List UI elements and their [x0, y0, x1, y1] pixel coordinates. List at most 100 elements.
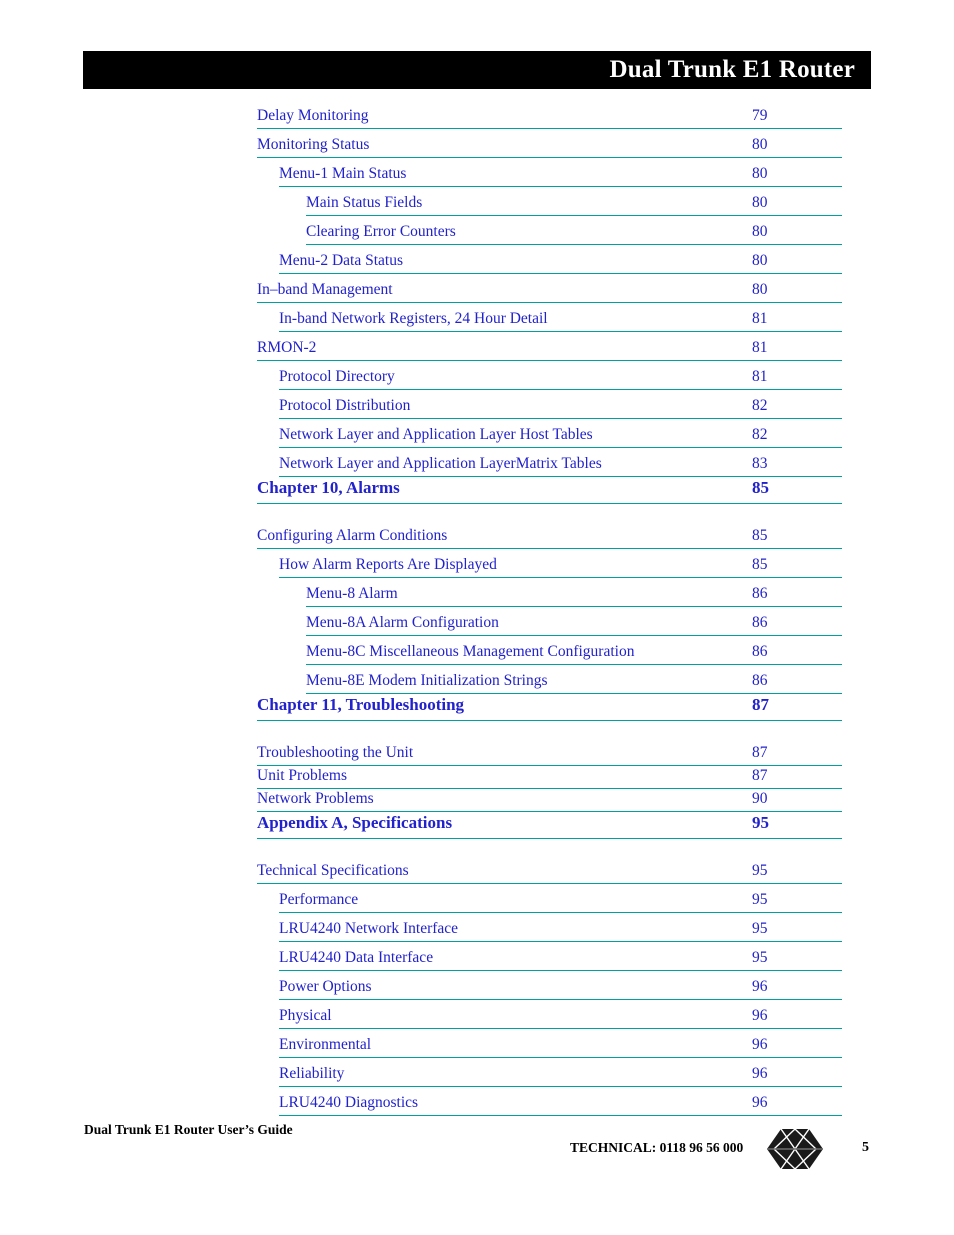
- toc-entry[interactable]: Delay Monitoring 79: [257, 106, 842, 129]
- toc-entry-page-number: 79: [752, 107, 768, 124]
- toc-entry-label[interactable]: Menu-8 Alarm: [306, 584, 398, 603]
- toc-chapter-entry[interactable]: Chapter 10, Alarms 85: [257, 477, 842, 504]
- toc-entry-rule: [257, 360, 842, 361]
- toc-entry[interactable]: LRU4240 Diagnostics 96: [279, 1093, 842, 1116]
- toc-entry[interactable]: Reliability 96: [279, 1064, 842, 1087]
- toc-entry-page-number: 85: [752, 478, 769, 497]
- toc-entry[interactable]: Clearing Error Counters 80: [306, 222, 842, 245]
- toc-entry[interactable]: How Alarm Reports Are Displayed 85: [279, 555, 842, 578]
- toc-entry[interactable]: Environmental 96: [279, 1035, 842, 1058]
- toc-entry-label[interactable]: In–band Management: [257, 280, 393, 299]
- toc-entry[interactable]: RMON-2 81: [257, 338, 842, 361]
- toc-entry-label[interactable]: Reliability: [279, 1064, 344, 1083]
- toc-entry-label[interactable]: Delay Monitoring: [257, 106, 369, 125]
- toc-chapter-entry[interactable]: Chapter 11, Troubleshooting 87: [257, 694, 842, 721]
- toc-entry-label[interactable]: Clearing Error Counters: [306, 222, 456, 241]
- toc-entry-label[interactable]: Network Layer and Application LayerMatri…: [279, 454, 602, 473]
- toc-row: RMON-2 81: [257, 338, 842, 357]
- toc-entry-label[interactable]: Technical Specifications: [257, 861, 409, 880]
- toc-entry-label[interactable]: Menu-1 Main Status: [279, 164, 406, 183]
- toc-entry-label[interactable]: Menu-8C Miscellaneous Management Configu…: [306, 642, 634, 661]
- toc-entry-page-number: 81: [752, 339, 768, 356]
- toc-entry-page-number: 83: [752, 455, 768, 472]
- toc-entry-label[interactable]: Power Options: [279, 977, 372, 996]
- toc-entry[interactable]: Network Layer and Application Layer Host…: [279, 425, 842, 448]
- toc-row: Menu-8E Modem Initialization Strings 86: [306, 671, 842, 690]
- toc-entry-rule: [306, 244, 842, 245]
- toc-entry-label[interactable]: Menu-8A Alarm Configuration: [306, 613, 499, 632]
- toc-entry[interactable]: Protocol Directory 81: [279, 367, 842, 390]
- toc-entry-label[interactable]: How Alarm Reports Are Displayed: [279, 555, 497, 574]
- toc-row: Physical 96: [279, 1006, 842, 1025]
- toc-entry-label[interactable]: LRU4240 Network Interface: [279, 919, 458, 938]
- toc-entry-label[interactable]: Configuring Alarm Conditions: [257, 526, 447, 545]
- toc-entry-rule: [279, 999, 842, 1000]
- toc-entry-label[interactable]: RMON-2: [257, 338, 316, 357]
- toc-entry-label[interactable]: LRU4240 Diagnostics: [279, 1093, 418, 1112]
- toc-row: Monitoring Status 80: [257, 135, 842, 154]
- toc-entry[interactable]: LRU4240 Data Interface 95: [279, 948, 842, 971]
- toc-row: Troubleshooting the Unit 87: [257, 743, 842, 762]
- toc-row: Network Layer and Application LayerMatri…: [279, 454, 842, 473]
- toc-entry[interactable]: In–band Management 80: [257, 280, 842, 303]
- toc-row: Delay Monitoring 79: [257, 106, 842, 125]
- toc-entry-label[interactable]: Chapter 11, Troubleshooting: [257, 694, 464, 715]
- toc-row: Unit Problems 87: [257, 766, 842, 785]
- toc-entry-rule: [279, 331, 842, 332]
- toc-entry-label[interactable]: Monitoring Status: [257, 135, 369, 154]
- toc-entry-page-number: 80: [752, 194, 768, 211]
- toc-entry-rule: [257, 720, 842, 721]
- toc-entry-label[interactable]: Unit Problems: [257, 766, 347, 785]
- toc-entry-rule: [257, 128, 842, 129]
- toc-entry-page-number: 80: [752, 252, 768, 269]
- toc-entry-page-number: 85: [752, 556, 768, 573]
- toc-entry[interactable]: In-band Network Registers, 24 Hour Detai…: [279, 309, 842, 332]
- toc-entry[interactable]: Network Problems 90: [257, 789, 842, 812]
- toc-entry[interactable]: Menu-8E Modem Initialization Strings 86: [306, 671, 842, 694]
- toc-entry-label[interactable]: Environmental: [279, 1035, 371, 1054]
- toc-entry-label[interactable]: Physical: [279, 1006, 332, 1025]
- toc-entry-rule: [279, 273, 842, 274]
- toc-entry[interactable]: Menu-1 Main Status 80: [279, 164, 842, 187]
- toc-entry[interactable]: Menu-8C Miscellaneous Management Configu…: [306, 642, 842, 665]
- toc-entry[interactable]: Protocol Distribution 82: [279, 396, 842, 419]
- toc-entry[interactable]: Power Options 96: [279, 977, 842, 1000]
- toc-entry-rule: [279, 941, 842, 942]
- toc-entry[interactable]: Main Status Fields 80: [306, 193, 842, 216]
- toc-entry-rule: [257, 302, 842, 303]
- toc-entry-label[interactable]: Network Layer and Application Layer Host…: [279, 425, 593, 444]
- toc-entry-label[interactable]: Chapter 10, Alarms: [257, 477, 400, 498]
- toc-entry-page-number: 81: [752, 368, 768, 385]
- toc-entry[interactable]: Menu-8A Alarm Configuration 86: [306, 613, 842, 636]
- toc-entry[interactable]: Menu-2 Data Status 80: [279, 251, 842, 274]
- toc-entry[interactable]: Technical Specifications 95: [257, 861, 842, 884]
- toc-entry[interactable]: Menu-8 Alarm 86: [306, 584, 842, 607]
- toc-entry-label[interactable]: In-band Network Registers, 24 Hour Detai…: [279, 309, 548, 328]
- toc-entry[interactable]: LRU4240 Network Interface 95: [279, 919, 842, 942]
- toc-entry[interactable]: Monitoring Status 80: [257, 135, 842, 158]
- toc-entry-label[interactable]: Menu-8E Modem Initialization Strings: [306, 671, 548, 690]
- toc-entry[interactable]: Unit Problems 87: [257, 766, 842, 789]
- toc-entry-label[interactable]: Main Status Fields: [306, 193, 422, 212]
- toc-entry[interactable]: Network Layer and Application LayerMatri…: [279, 454, 842, 477]
- toc-entry[interactable]: Troubleshooting the Unit 87: [257, 743, 842, 766]
- toc-entry-label[interactable]: Appendix A, Specifications: [257, 812, 452, 833]
- toc-entry-label[interactable]: Protocol Distribution: [279, 396, 410, 415]
- toc-entry-label[interactable]: LRU4240 Data Interface: [279, 948, 433, 967]
- toc-entry[interactable]: Physical 96: [279, 1006, 842, 1029]
- toc-entry[interactable]: Configuring Alarm Conditions 85: [257, 526, 842, 549]
- toc-chapter-entry[interactable]: Appendix A, Specifications 95: [257, 812, 842, 839]
- toc-entry-label[interactable]: Network Problems: [257, 789, 374, 808]
- toc-entry-label[interactable]: Performance: [279, 890, 358, 909]
- toc-entry[interactable]: Performance 95: [279, 890, 842, 913]
- toc-entry-label[interactable]: Protocol Directory: [279, 367, 395, 386]
- page-title: Dual Trunk E1 Router: [609, 56, 855, 83]
- toc-entry-page-number: 80: [752, 223, 768, 240]
- toc-row: Configuring Alarm Conditions 85: [257, 526, 842, 545]
- toc-entry-page-number: 82: [752, 426, 768, 443]
- toc-entry-label[interactable]: Troubleshooting the Unit: [257, 743, 413, 762]
- toc-row: Menu-8A Alarm Configuration 86: [306, 613, 842, 632]
- toc-row: Appendix A, Specifications 95: [257, 812, 842, 833]
- toc-entry-label[interactable]: Menu-2 Data Status: [279, 251, 403, 270]
- toc-entry-page-number: 96: [752, 1094, 768, 1111]
